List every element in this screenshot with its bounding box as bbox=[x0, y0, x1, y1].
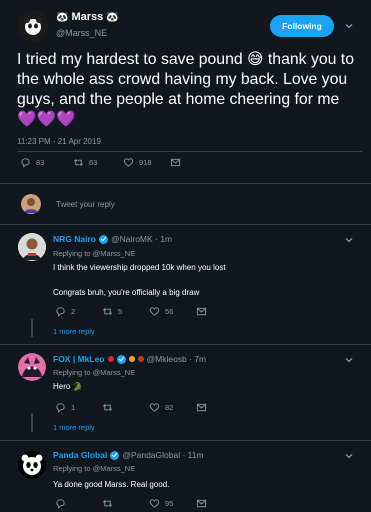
more-replies-link[interactable]: 1 more reply bbox=[53, 423, 95, 432]
avatar[interactable] bbox=[17, 10, 49, 42]
heart-icon bbox=[123, 158, 134, 167]
reply-icon bbox=[56, 307, 65, 317]
chevron-down-icon[interactable] bbox=[344, 355, 354, 365]
verified-badge-icon bbox=[110, 450, 120, 460]
reply-action[interactable]: 2 bbox=[55, 306, 102, 317]
tweet-text: I tried my hardest to save pound 😅 thank… bbox=[17, 51, 354, 128]
chevron-down-icon[interactable] bbox=[344, 235, 354, 245]
reply-author[interactable]: FOX | MkLeo @Mkleosb · 7m bbox=[53, 354, 206, 364]
heart-icon bbox=[149, 499, 160, 508]
retweet-icon bbox=[103, 404, 112, 411]
reply-input[interactable]: Tweet your reply bbox=[56, 200, 115, 209]
avatar bbox=[21, 194, 41, 214]
like-action[interactable]: 56 bbox=[149, 306, 196, 317]
thread-line bbox=[31, 319, 33, 337]
following-button[interactable]: Following bbox=[270, 15, 334, 37]
retweet-action[interactable]: 5 bbox=[102, 306, 149, 317]
avatar[interactable] bbox=[18, 353, 46, 381]
reply-text: I think the viewership dropped 10k when … bbox=[53, 263, 226, 272]
user-avatar-icon bbox=[21, 194, 41, 214]
reply-action[interactable]: 1 bbox=[55, 402, 102, 413]
like-action[interactable]: 82 bbox=[149, 402, 196, 413]
divider bbox=[0, 344, 371, 345]
reply-action[interactable] bbox=[55, 498, 102, 509]
retweet-icon bbox=[103, 500, 112, 507]
envelope-icon bbox=[196, 403, 207, 412]
retweet-icon bbox=[103, 308, 112, 315]
main-tweet: 🐼 Marss 🐼 @Marss_NE Following I tried my… bbox=[0, 0, 371, 186]
panda-face-icon: 🐼 bbox=[106, 11, 119, 23]
user-avatar-icon bbox=[18, 233, 46, 261]
envelope-icon bbox=[196, 499, 207, 508]
retweet-action[interactable]: 63 bbox=[73, 157, 123, 168]
reply-text: Congrats bruh, you're officially a big d… bbox=[53, 288, 200, 297]
divider bbox=[0, 183, 371, 184]
heart-icon bbox=[149, 403, 160, 412]
like-action[interactable]: 918 bbox=[123, 157, 170, 168]
retweet-icon bbox=[74, 159, 83, 166]
message-action[interactable] bbox=[196, 498, 207, 509]
replying-to[interactable]: Replying to @Marss_NE bbox=[53, 249, 135, 258]
replying-to[interactable]: Replying to @Marss_NE bbox=[53, 368, 135, 377]
verified-badge-icon bbox=[116, 354, 126, 364]
heart-icon bbox=[149, 307, 160, 316]
envelope-icon bbox=[196, 307, 207, 316]
message-action[interactable] bbox=[196, 306, 207, 317]
divider bbox=[17, 151, 362, 152]
divider bbox=[0, 224, 371, 225]
thread-line bbox=[31, 414, 33, 432]
tweet-actions: 83 63 918 bbox=[20, 157, 181, 168]
reply-actions: 2 5 56 bbox=[55, 306, 207, 317]
panda-icon bbox=[24, 17, 42, 35]
reply-tweet[interactable]: NRG Nairo @NairoMK · 1m Replying to @Mar… bbox=[0, 227, 371, 344]
tweet-timestamp[interactable]: 11:23 PM - 21 Apr 2019 bbox=[17, 137, 101, 146]
divider bbox=[0, 440, 371, 441]
reply-tweet[interactable]: Panda Global @PandaGlobal · 11m Replying… bbox=[0, 443, 371, 512]
avatar[interactable] bbox=[18, 451, 46, 479]
reply-author[interactable]: Panda Global @PandaGlobal · 11m bbox=[53, 450, 204, 460]
reply-tweet[interactable]: FOX | MkLeo @Mkleosb · 7m Replying to @M… bbox=[0, 347, 371, 439]
chevron-down-icon[interactable] bbox=[344, 451, 354, 461]
red-flag-icon bbox=[107, 356, 114, 362]
avatar[interactable] bbox=[18, 233, 46, 261]
reply-composer[interactable]: Tweet your reply bbox=[0, 186, 371, 226]
reply-icon bbox=[56, 499, 65, 509]
like-action[interactable]: 95 bbox=[149, 498, 196, 509]
verified-badge-icon bbox=[98, 234, 108, 244]
reply-author[interactable]: NRG Nairo @NairoMK · 1m bbox=[53, 234, 172, 244]
sticker-icon bbox=[137, 356, 144, 362]
envelope-icon bbox=[170, 158, 181, 167]
message-action[interactable] bbox=[170, 157, 181, 168]
retweet-action[interactable] bbox=[102, 498, 149, 509]
reply-action[interactable]: 83 bbox=[20, 157, 73, 168]
display-name[interactable]: 🐼 Marss 🐼 bbox=[56, 11, 119, 23]
reply-actions: 1 82 bbox=[55, 402, 207, 413]
handle[interactable]: @Marss_NE bbox=[56, 28, 107, 38]
reply-text: Hero 🐊 bbox=[53, 382, 83, 391]
panda-face-icon: 🐼 bbox=[56, 11, 69, 23]
chevron-down-icon[interactable] bbox=[344, 21, 354, 31]
reply-icon bbox=[21, 158, 30, 168]
replying-to[interactable]: Replying to @Marss_NE bbox=[53, 464, 135, 473]
retweet-action[interactable] bbox=[102, 402, 149, 413]
reply-icon bbox=[56, 403, 65, 413]
user-avatar-icon bbox=[18, 353, 46, 381]
reply-actions: 95 bbox=[55, 498, 207, 509]
reply-text: Ya done good Marss. Real good. bbox=[53, 480, 170, 489]
message-action[interactable] bbox=[196, 402, 207, 413]
lollipop-icon bbox=[128, 356, 135, 362]
more-replies-link[interactable]: 1 more reply bbox=[53, 327, 95, 336]
panda-icon bbox=[18, 451, 46, 479]
